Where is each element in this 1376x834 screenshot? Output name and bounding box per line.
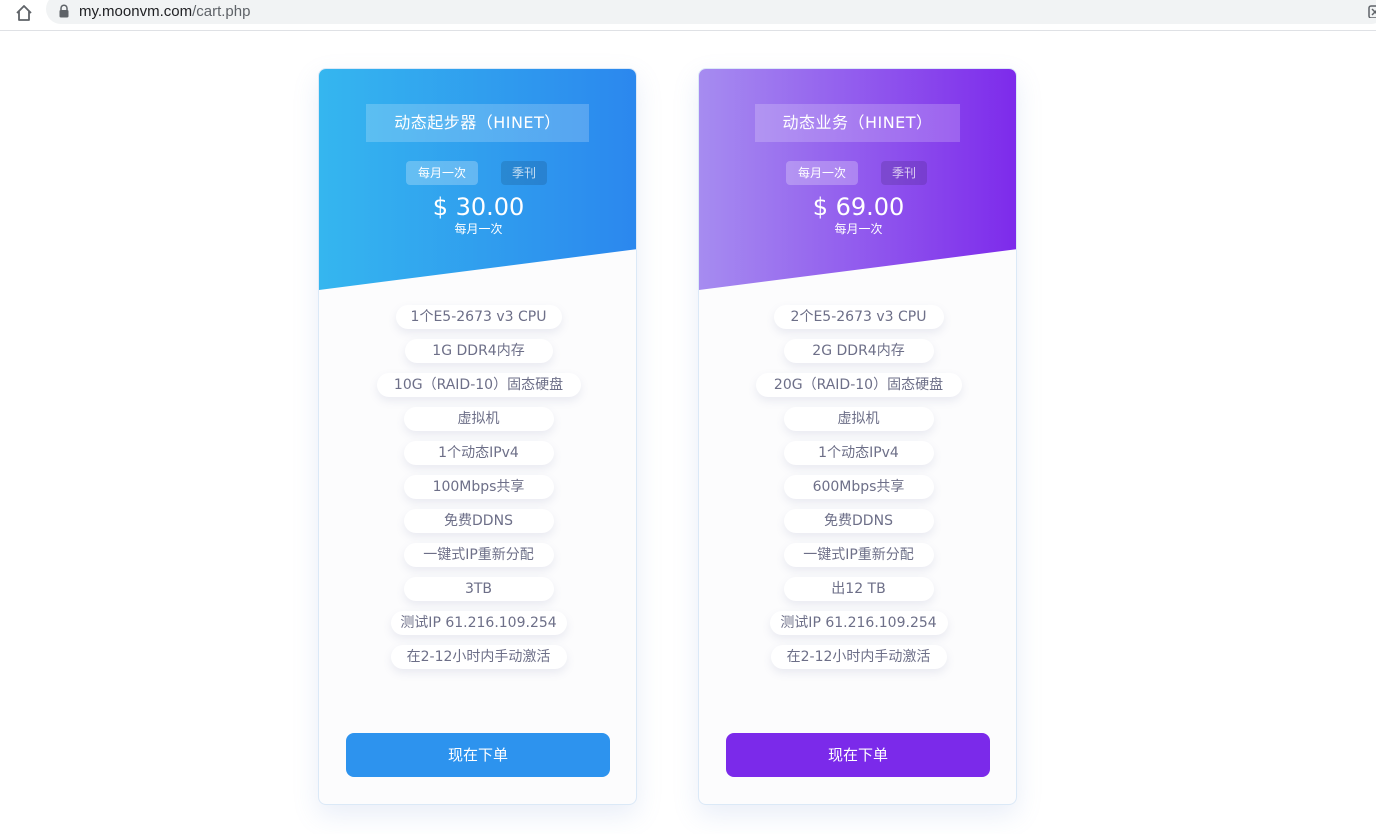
price-period: 每月一次 [834,222,883,236]
plan-title: 动态业务（HINET） [755,104,960,142]
feature-item: 虚拟机 [403,407,554,431]
feature-item: 2个E5-2673 v3 CPU [773,305,944,329]
feature-item: 3TB [403,577,554,601]
cycle-quarterly-button[interactable]: 季刊 [501,161,547,185]
url-path: /cart.php [192,3,251,20]
home-icon [16,5,32,21]
plan-price: $ 69.00 [812,193,905,221]
plan-card-starter: 动态起步器（HINET） 每月一次 季刊 $ 30.00 每月一次 1个E5-2… [318,68,637,805]
feature-item: 1个动态IPv4 [403,441,554,465]
home-button[interactable] [12,2,36,24]
feature-item: 20G（RAID-10）固态硬盘 [755,373,962,397]
feature-item: 免费DDNS [783,509,934,533]
feature-item: 一键式IP重新分配 [783,543,934,567]
feature-list: 2个E5-2673 v3 CPU 2G DDR4内存 20G（RAID-10）固… [699,305,1016,679]
url-host: my.moonvm.com [79,3,193,20]
order-now-button[interactable]: 现在下单 [726,733,990,777]
order-now-button[interactable]: 现在下单 [346,733,610,777]
feature-item: 在2-12小时内手动激活 [770,645,947,669]
cycle-monthly-button[interactable]: 每月一次 [786,161,858,185]
feature-item: 在2-12小时内手动激活 [390,645,567,669]
cycle-monthly-button[interactable]: 每月一次 [406,161,478,185]
feature-item: 测试IP 61.216.109.254 [390,611,567,635]
feature-item: 1G DDR4内存 [404,339,553,363]
site-settings-icon[interactable] [1368,4,1376,18]
feature-item: 1个动态IPv4 [783,441,934,465]
feature-item: 虚拟机 [783,407,934,431]
feature-item: 2G DDR4内存 [783,339,934,363]
lock-icon [59,4,69,18]
plan-card-header [319,69,636,290]
browser-toolbar: my.moonvm.com/cart.php [0,0,1376,31]
feature-item: 免费DDNS [403,509,554,533]
feature-item: 出12 TB [783,577,934,601]
plan-title: 动态起步器（HINET） [366,104,589,142]
plan-price: $ 30.00 [432,193,525,221]
feature-item: 100Mbps共享 [403,475,554,499]
price-period: 每月一次 [454,222,503,236]
feature-item: 10G（RAID-10）固态硬盘 [376,373,581,397]
feature-item: 1个E5-2673 v3 CPU [395,305,562,329]
plan-card-business: 动态业务（HINET） 每月一次 季刊 $ 69.00 每月一次 2个E5-26… [698,68,1017,805]
feature-list: 1个E5-2673 v3 CPU 1G DDR4内存 10G（RAID-10）固… [319,305,636,679]
feature-item: 一键式IP重新分配 [403,543,554,567]
cycle-quarterly-button[interactable]: 季刊 [881,161,927,185]
feature-item: 测试IP 61.216.109.254 [769,611,948,635]
plan-card-header [699,69,1016,290]
feature-item: 600Mbps共享 [783,475,934,499]
url-text[interactable]: my.moonvm.com/cart.php [79,3,250,20]
